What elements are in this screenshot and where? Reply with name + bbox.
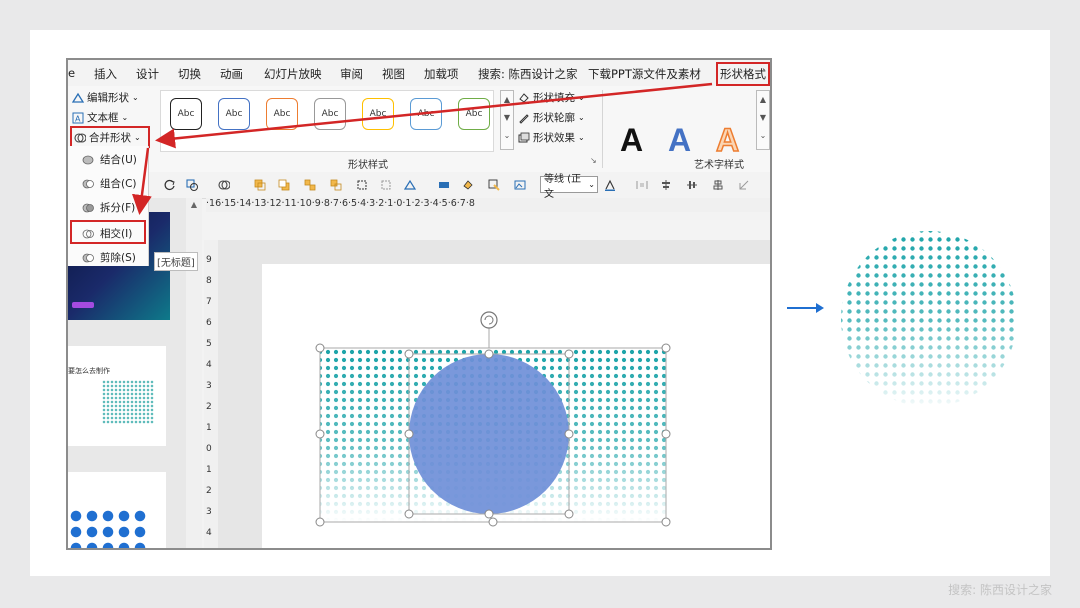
result-dotted-circle xyxy=(841,231,1017,407)
red-arrow-to-intersect xyxy=(132,147,152,215)
red-arrow-to-merge xyxy=(155,82,713,149)
watermark: 搜索: 陈西设计之家 xyxy=(948,583,1052,597)
arrow-right-icon xyxy=(787,303,824,313)
